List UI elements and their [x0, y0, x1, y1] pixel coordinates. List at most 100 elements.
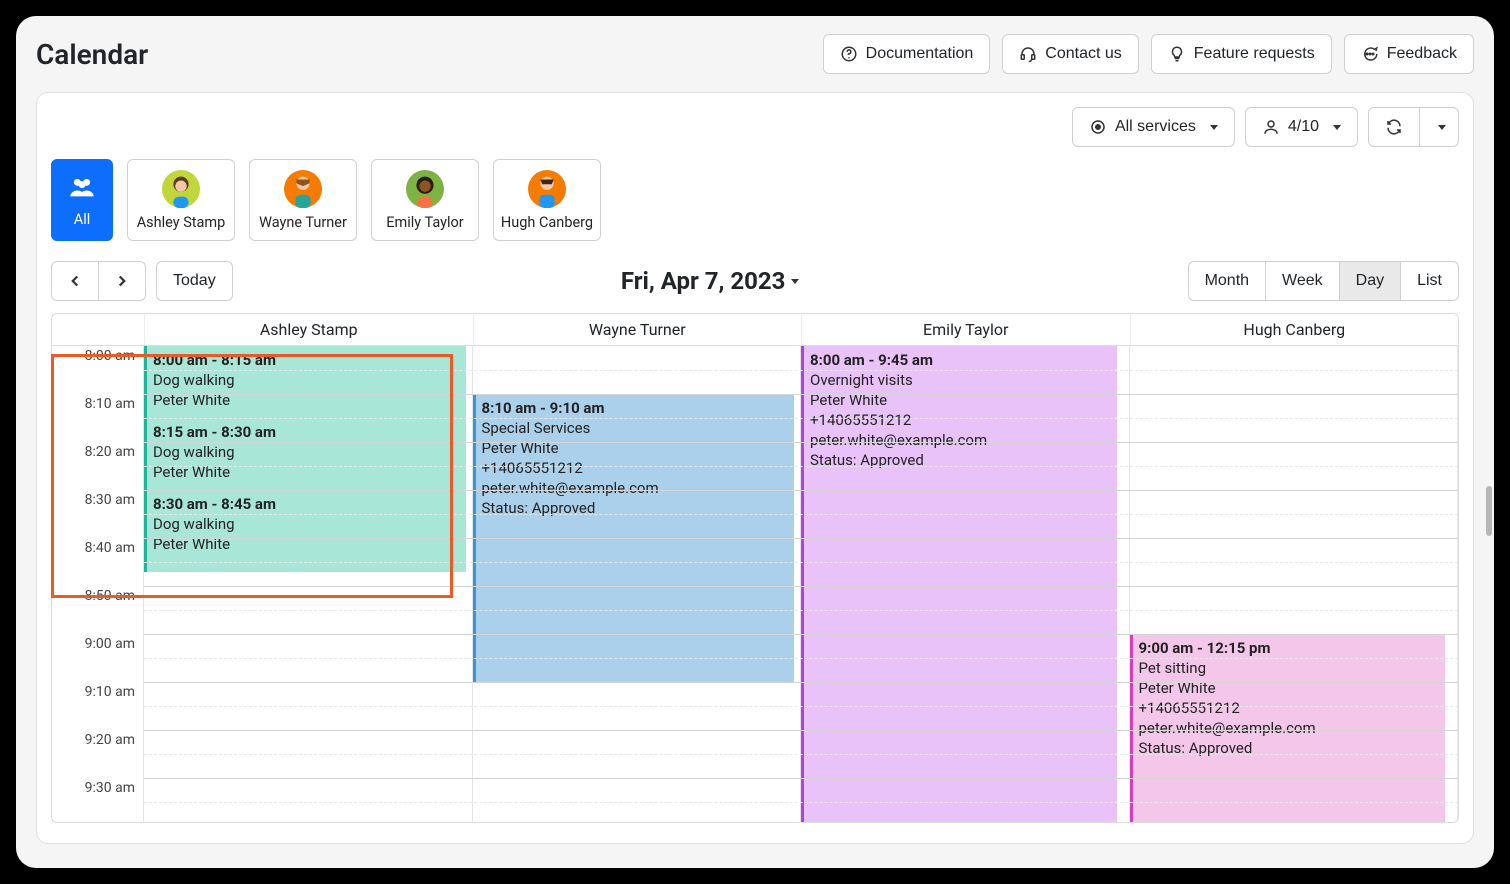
event-phone: +14065551212: [1139, 698, 1440, 718]
event-service: Dog walking: [153, 370, 460, 390]
time-label: 8:30 am: [52, 490, 143, 538]
calendar-controls: Today Fri, Apr 7, 2023 Month Week Day Li…: [51, 259, 1459, 313]
event-status: Status: Approved: [810, 450, 1111, 470]
documentation-button[interactable]: Documentation: [823, 34, 991, 74]
event-status: Status: Approved: [482, 498, 789, 518]
view-week[interactable]: Week: [1265, 261, 1340, 301]
event-service: Pet sitting: [1139, 658, 1440, 678]
event-service: Dog walking: [153, 514, 460, 534]
date-picker[interactable]: Fri, Apr 7, 2023: [621, 267, 800, 295]
view-month[interactable]: Month: [1188, 261, 1266, 301]
chevron-left-icon: [66, 272, 84, 290]
chat-icon: [1361, 45, 1379, 63]
grid-header: Ashley Stamp Wayne Turner Emily Taylor H…: [52, 314, 1458, 346]
person-icon: [1262, 118, 1280, 136]
headset-icon: [1019, 45, 1037, 63]
refresh-button[interactable]: [1368, 107, 1420, 147]
time-label: 8:10 am: [52, 394, 143, 442]
time-label: 9:20 am: [52, 730, 143, 778]
avatar: [406, 170, 444, 208]
event-status: Status: Approved: [1139, 738, 1440, 758]
event-time: 8:15 am - 8:30 am: [153, 422, 460, 442]
column-header: Emily Taylor: [801, 314, 1130, 345]
event[interactable]: 8:00 am - 8:15 am Dog walking Peter Whit…: [144, 346, 466, 418]
event-client: Peter White: [810, 390, 1111, 410]
event-time: 8:10 am - 9:10 am: [482, 398, 789, 418]
services-filter[interactable]: All services: [1072, 107, 1235, 147]
staff-tab-all[interactable]: All: [51, 159, 113, 241]
column-header: Hugh Canberg: [1130, 314, 1459, 345]
event-phone: +14065551212: [482, 458, 789, 478]
time-label: 8:20 am: [52, 442, 143, 490]
event-client: Peter White: [482, 438, 789, 458]
event-service: Dog walking: [153, 442, 460, 462]
people-icon: [68, 173, 96, 205]
day-column-emily[interactable]: 8:00 am - 9:45 am Overnight visits Peter…: [801, 346, 1130, 823]
view-switcher: Month Week Day List: [1188, 261, 1459, 301]
column-header: Wayne Turner: [473, 314, 802, 345]
event-email: peter.white@example.com: [482, 478, 789, 498]
event[interactable]: 8:15 am - 8:30 am Dog walking Peter Whit…: [144, 418, 466, 490]
event-phone: +14065551212: [810, 410, 1111, 430]
today-button[interactable]: Today: [156, 261, 233, 301]
contact-button[interactable]: Contact us: [1002, 34, 1138, 74]
event-client: Peter White: [153, 534, 460, 554]
event-email: peter.white@example.com: [810, 430, 1111, 450]
page-title: Calendar: [36, 38, 148, 71]
staff-filter-label: 4/10: [1288, 118, 1319, 136]
time-label: 8:00 am: [52, 346, 143, 394]
event-time: 8:30 am - 8:45 am: [153, 494, 460, 514]
event-client: Peter White: [153, 462, 460, 482]
feedback-button[interactable]: Feedback: [1344, 34, 1474, 74]
calendar-panel: All services 4/10: [36, 92, 1474, 844]
filter-row: All services 4/10: [51, 107, 1459, 147]
event-time: 8:00 am - 8:15 am: [153, 350, 460, 370]
event-email: peter.white@example.com: [1139, 718, 1440, 738]
staff-filter[interactable]: 4/10: [1245, 107, 1358, 147]
time-label: 9:30 am: [52, 778, 143, 823]
event-service: Overnight visits: [810, 370, 1111, 390]
chevron-right-icon: [113, 272, 131, 290]
time-label: 9:00 am: [52, 634, 143, 682]
staff-tab-hugh[interactable]: Hugh Canberg: [493, 159, 601, 241]
event[interactable]: 8:30 am - 8:45 am Dog walking Peter Whit…: [144, 490, 466, 572]
staff-tab-emily[interactable]: Emily Taylor: [371, 159, 479, 241]
avatar: [528, 170, 566, 208]
services-filter-label: All services: [1115, 118, 1196, 136]
event-time: 9:00 am - 12:15 pm: [1139, 638, 1440, 658]
staff-tab-label: Ashley Stamp: [137, 214, 226, 231]
day-column-hugh[interactable]: 9:00 am - 12:15 pm Pet sitting Peter Whi…: [1130, 346, 1459, 823]
documentation-label: Documentation: [866, 45, 974, 63]
column-header: Ashley Stamp: [144, 314, 473, 345]
staff-tab-wayne[interactable]: Wayne Turner: [249, 159, 357, 241]
feature-button[interactable]: Feature requests: [1151, 34, 1332, 74]
calendar-grid: Ashley Stamp Wayne Turner Emily Taylor H…: [51, 313, 1459, 823]
staff-tab-label: Emily Taylor: [386, 214, 463, 231]
time-label: 9:10 am: [52, 682, 143, 730]
staff-tabs: All Ashley Stamp Wayne Turner: [51, 147, 1459, 259]
staff-tab-label: Wayne Turner: [259, 214, 347, 231]
feature-label: Feature requests: [1194, 45, 1315, 63]
refresh-menu[interactable]: [1420, 107, 1459, 147]
event-client: Peter White: [1139, 678, 1440, 698]
feedback-label: Feedback: [1387, 45, 1457, 63]
event-service: Special Services: [482, 418, 789, 438]
view-list[interactable]: List: [1400, 261, 1459, 301]
next-button[interactable]: [98, 261, 146, 301]
event[interactable]: 8:00 am - 9:45 am Overnight visits Peter…: [801, 346, 1117, 823]
view-day[interactable]: Day: [1339, 261, 1401, 301]
day-column-wayne[interactable]: 8:10 am - 9:10 am Special Services Peter…: [473, 346, 802, 823]
time-label: 8:40 am: [52, 538, 143, 586]
time-label: 8:50 am: [52, 586, 143, 634]
day-column-ashley[interactable]: 8:00 am - 8:15 am Dog walking Peter Whit…: [144, 346, 473, 823]
staff-tab-label: Hugh Canberg: [501, 214, 593, 231]
scrollbar-thumb[interactable]: [1486, 486, 1492, 536]
help-circle-icon: [840, 45, 858, 63]
prev-button[interactable]: [51, 261, 98, 301]
staff-tab-ashley[interactable]: Ashley Stamp: [127, 159, 235, 241]
grid-body[interactable]: 8:00 am 8:10 am 8:20 am 8:30 am 8:40 am …: [52, 346, 1458, 823]
contact-label: Contact us: [1045, 45, 1121, 63]
event[interactable]: 8:10 am - 9:10 am Special Services Peter…: [473, 394, 795, 682]
event[interactable]: 9:00 am - 12:15 pm Pet sitting Peter Whi…: [1130, 634, 1446, 823]
target-icon: [1089, 118, 1107, 136]
